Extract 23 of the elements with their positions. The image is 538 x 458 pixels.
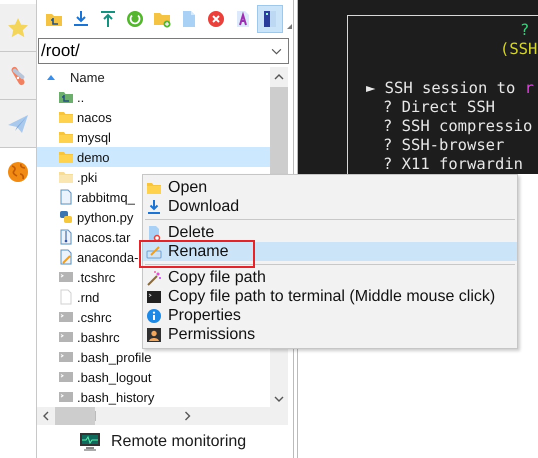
file-name: .rnd [77, 290, 100, 304]
file-name: rabbitmq_ [77, 190, 135, 204]
file-name: .tcshrc [77, 270, 116, 284]
terminal-line: ? X11 forwardin [382, 155, 524, 174]
file-name: nacos.tar [77, 230, 130, 244]
file-name: python.py [77, 210, 134, 224]
file-name: .bashrc [77, 330, 120, 344]
file-name: .bash_history [77, 390, 154, 404]
file-name: demo [77, 150, 110, 164]
terminal-line: ? SSH compressio [382, 117, 534, 136]
file-name: .bash_logout [77, 370, 152, 384]
terminal-line: ? [519, 21, 530, 40]
file-name: .cshrc [77, 310, 112, 324]
terminal-line: ? Direct SSH [382, 98, 496, 117]
file-name: .pki [77, 170, 98, 184]
terminal-line: ► SSH session to r [365, 79, 535, 98]
file-name: nacos [77, 110, 112, 124]
file-name: anaconda- [77, 250, 138, 264]
file-name: .bash_profile [77, 350, 152, 364]
file-name: mysql [77, 130, 111, 144]
file-name: .. [77, 90, 84, 104]
terminal-line: (SSH [499, 40, 538, 59]
terminal-line: ? SSH-browser [382, 136, 506, 155]
